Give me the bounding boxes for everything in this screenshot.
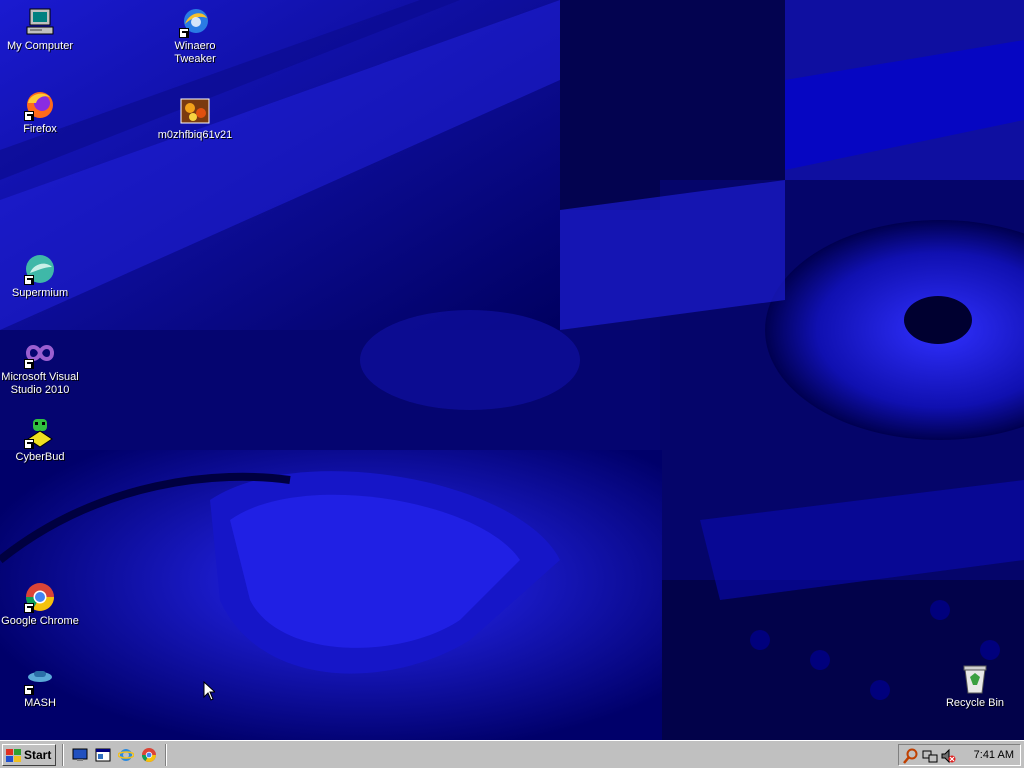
desktop-icon-label: Recycle Bin	[945, 697, 1005, 709]
search-icon[interactable]	[903, 748, 919, 764]
desktop-icon-label: m0zhfbiq61v21	[157, 129, 233, 141]
windows-logo-icon	[6, 748, 21, 762]
desktop-icon-label: Winaero Tweaker	[174, 40, 216, 65]
desktop-icon-label: MASH	[24, 697, 56, 709]
wallpaper	[0, 0, 1024, 740]
taskbar-separator	[62, 744, 64, 766]
shortcut-arrow-icon	[24, 111, 34, 121]
show-desktop-icon[interactable]	[72, 747, 88, 763]
image-file-icon	[179, 95, 211, 127]
start-button[interactable]: Start	[2, 744, 56, 766]
start-label: Start	[24, 748, 52, 762]
mouse-cursor-icon	[203, 680, 217, 704]
desktop-icon-firefox[interactable]: Firefox	[0, 89, 80, 136]
chrome-icon[interactable]	[141, 747, 157, 763]
shortcut-arrow-icon	[24, 685, 34, 695]
explorer-icon[interactable]	[95, 747, 111, 763]
desktop-icon-label: Firefox	[23, 123, 57, 135]
desktop-icon-label: Microsoft Visual Studio 2010	[1, 371, 79, 396]
desktop-icon-google-chrome[interactable]: Google Chrome	[0, 581, 80, 628]
desktop-icon-mash[interactable]: MASH	[0, 663, 80, 710]
firefox-icon	[24, 89, 56, 121]
desktop-icon-my-computer[interactable]: My Computer	[0, 6, 80, 53]
shortcut-arrow-icon	[24, 359, 34, 369]
desktop-icon-label: Supermium	[11, 287, 69, 299]
desktop-icon-visual-studio[interactable]: Microsoft Visual Studio 2010	[0, 337, 80, 397]
volume-muted-icon[interactable]	[940, 748, 956, 764]
shortcut-arrow-icon	[24, 603, 34, 613]
shortcut-arrow-icon	[179, 28, 189, 38]
desktop-icon-label: My Computer	[6, 40, 74, 52]
shortcut-arrow-icon	[24, 439, 34, 449]
clock[interactable]: 7:41 AM	[974, 749, 1014, 761]
my-computer-icon	[24, 6, 56, 38]
shortcut-arrow-icon	[24, 275, 34, 285]
cyberbud-icon	[24, 417, 56, 449]
winaero-tweaker-icon	[179, 6, 211, 38]
mash-icon	[24, 663, 56, 695]
desktop-icon-label: Google Chrome	[1, 615, 79, 627]
desktop-icon-label: CyberBud	[15, 451, 65, 463]
visual-studio-icon	[24, 337, 56, 369]
desktop-icon-cyberbud[interactable]: CyberBud	[0, 417, 80, 464]
internet-explorer-icon[interactable]	[117, 747, 135, 763]
taskbar: Start 7:41 AM	[0, 740, 1024, 768]
system-tray: 7:41 AM	[898, 744, 1021, 766]
network-icon[interactable]	[922, 748, 938, 764]
desktop-icon-supermium[interactable]: Supermium	[0, 253, 80, 300]
desktop[interactable]: My Computer Winaero Tweaker Firefox m0zh…	[0, 0, 1024, 740]
supermium-icon	[24, 253, 56, 285]
taskbar-separator	[165, 744, 167, 766]
desktop-icon-recycle-bin[interactable]: Recycle Bin	[935, 663, 1015, 710]
chrome-icon	[24, 581, 56, 613]
recycle-bin-icon	[959, 663, 991, 695]
desktop-icon-winaero-tweaker[interactable]: Winaero Tweaker	[155, 6, 235, 66]
desktop-icon-m0zhfbiq61v21[interactable]: m0zhfbiq61v21	[155, 95, 235, 142]
